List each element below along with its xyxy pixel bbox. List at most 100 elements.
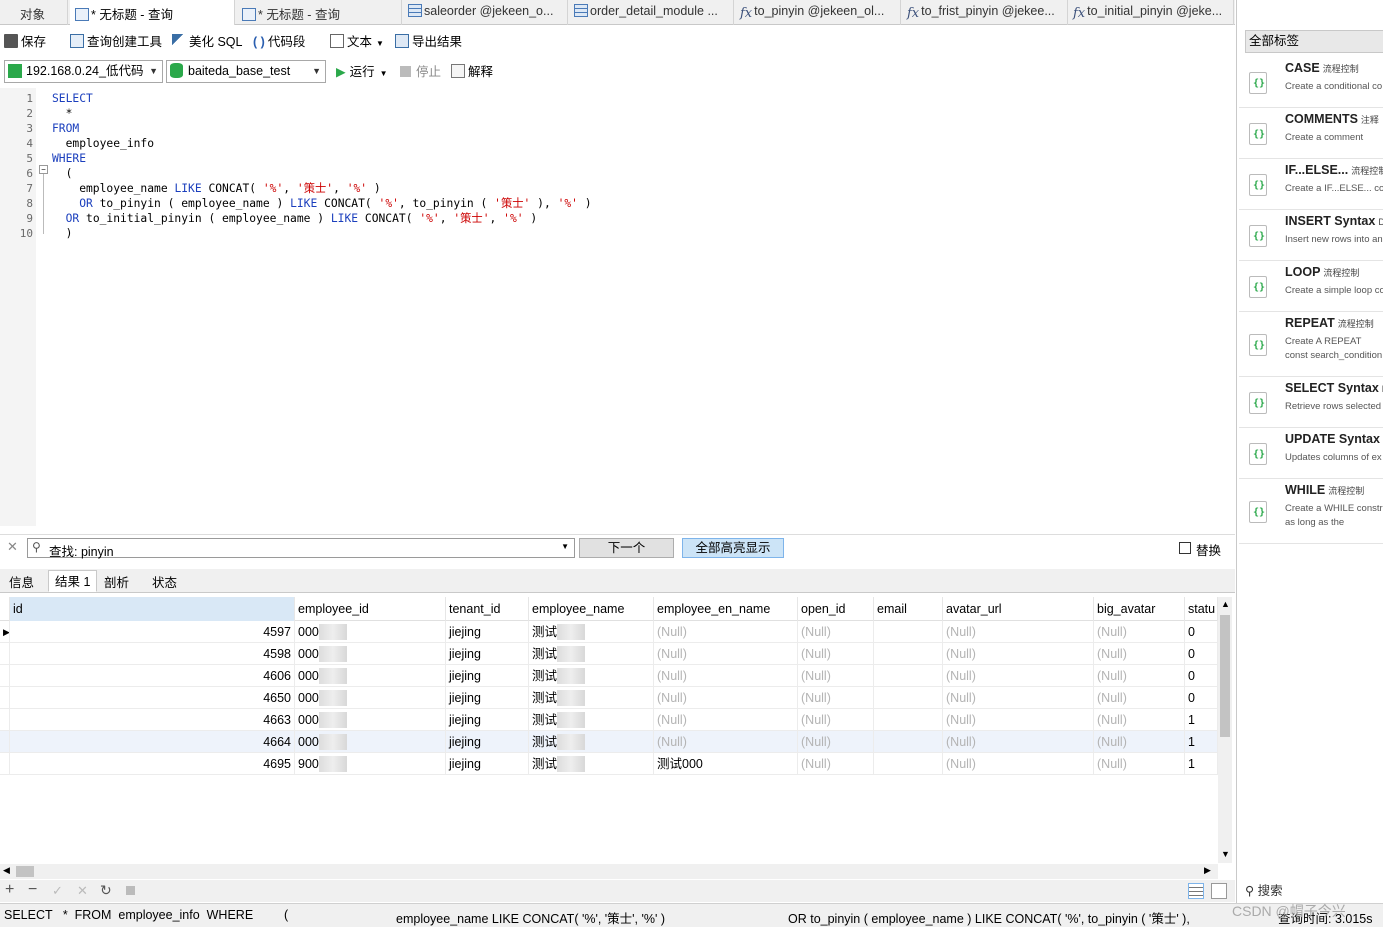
row-selector[interactable] <box>0 753 10 775</box>
column-header-email[interactable]: email <box>874 597 943 621</box>
cell-big-avatar[interactable]: (Null) <box>1094 731 1185 753</box>
cell-big-avatar[interactable]: (Null) <box>1094 643 1185 665</box>
cell-status[interactable]: 0 <box>1185 621 1218 643</box>
snippet-item[interactable]: {} LOOP 流程控制 Create a simple loop co <box>1239 262 1383 312</box>
column-header-big-avatar[interactable]: big_avatar <box>1094 597 1185 621</box>
cell-open-id[interactable]: (Null) <box>798 665 874 687</box>
beautify-sql-button[interactable]: 美化 SQL <box>172 32 243 52</box>
cell-employee-en-name[interactable]: (Null) <box>654 709 798 731</box>
cell-big-avatar[interactable]: (Null) <box>1094 709 1185 731</box>
cell-avatar-url[interactable]: (Null) <box>943 643 1094 665</box>
scroll-thumb[interactable] <box>16 866 34 877</box>
cell-employee-id[interactable]: 000 <box>295 687 446 709</box>
table-row[interactable]: 4598 000 jiejing 测试 (Null) (Null) (Null) (Null)… <box>0 643 1218 665</box>
connection-select[interactable]: 192.168.0.24_低代码 ▼ <box>4 60 163 83</box>
tab-status[interactable]: 状态 <box>145 571 184 593</box>
cell-status[interactable]: 0 <box>1185 687 1218 709</box>
table-row[interactable]: ▶ 4597 000 jiejing 测试 (Null) (Null) (Null) (Null… <box>0 621 1218 643</box>
snippet-item[interactable]: {} INSERT Syntax D Insert new rows into an <box>1239 211 1383 261</box>
cell-employee-name[interactable]: 测试 <box>529 709 654 731</box>
cell-employee-id[interactable]: 000 <box>295 731 446 753</box>
cell-big-avatar[interactable]: (Null) <box>1094 621 1185 643</box>
row-selector[interactable] <box>0 643 10 665</box>
cell-email[interactable] <box>874 731 943 753</box>
refresh-icon[interactable]: ↻ <box>100 882 112 899</box>
fold-toggle-icon[interactable]: − <box>39 165 48 174</box>
cell-open-id[interactable]: (Null) <box>798 643 874 665</box>
tab-profile[interactable]: 剖析 <box>97 571 136 593</box>
text-mode-button[interactable]: 文本 ▼ <box>330 32 384 52</box>
cell-employee-en-name[interactable]: 测试000 <box>654 753 798 775</box>
column-header-employee-id[interactable]: employee_id <box>295 597 446 621</box>
cell-open-id[interactable]: (Null) <box>798 621 874 643</box>
discard-icon[interactable]: ✕ <box>77 883 88 899</box>
database-select[interactable]: baiteda_base_test ▼ <box>166 60 326 83</box>
cell-id[interactable]: 4650 <box>10 687 295 709</box>
cell-employee-en-name[interactable]: (Null) <box>654 731 798 753</box>
cell-status[interactable]: 0 <box>1185 665 1218 687</box>
cell-tenant-id[interactable]: jiejing <box>446 709 529 731</box>
cell-email[interactable] <box>874 665 943 687</box>
cell-status[interactable]: 1 <box>1185 753 1218 775</box>
tab-query-1[interactable]: * 无标题 - 查询 <box>70 0 235 25</box>
tab-query-2[interactable]: * 无标题 - 查询 <box>237 0 402 25</box>
cell-employee-name[interactable]: 测试 <box>529 731 654 753</box>
cell-email[interactable] <box>874 643 943 665</box>
snippet-item[interactable]: {} WHILE 流程控制 Create a WHILE constr as long… <box>1239 480 1383 544</box>
save-button[interactable]: 保存 <box>4 32 46 52</box>
cell-id[interactable]: 4695 <box>10 753 295 775</box>
run-button[interactable]: ▶ 运行 ▼ <box>336 62 388 82</box>
cell-id[interactable]: 4664 <box>10 731 295 753</box>
explain-button[interactable]: 解释 <box>451 62 493 82</box>
snippet-item[interactable]: {} UPDATE Syntax Updates columns of ex <box>1239 429 1383 479</box>
cell-tenant-id[interactable]: jiejing <box>446 687 529 709</box>
cell-big-avatar[interactable]: (Null) <box>1094 665 1185 687</box>
cell-id[interactable]: 4597 <box>10 621 295 643</box>
stop-icon[interactable] <box>126 886 135 895</box>
table-row[interactable]: 4695 900 jiejing 测试 测试000 (Null) (Null) (Null) 1 <box>0 753 1218 775</box>
apply-icon[interactable]: ✓ <box>52 883 63 899</box>
cell-tenant-id[interactable]: jiejing <box>446 665 529 687</box>
cell-id[interactable]: 4606 <box>10 665 295 687</box>
cell-avatar-url[interactable]: (Null) <box>943 687 1094 709</box>
cell-email[interactable] <box>874 621 943 643</box>
column-header-avatar-url[interactable]: avatar_url <box>943 597 1094 621</box>
code-snippet-button[interactable]: ( ) 代码段 <box>253 32 305 52</box>
cell-employee-name[interactable]: 测试 <box>529 687 654 709</box>
cell-employee-name[interactable]: 测试 <box>529 753 654 775</box>
scroll-thumb[interactable] <box>1220 615 1230 737</box>
close-find-icon[interactable]: ✕ <box>7 539 18 555</box>
scroll-left-icon[interactable]: ◀ <box>3 865 10 876</box>
cell-open-id[interactable]: (Null) <box>798 753 874 775</box>
cell-status[interactable]: 1 <box>1185 731 1218 753</box>
cell-open-id[interactable]: (Null) <box>798 731 874 753</box>
cell-avatar-url[interactable]: (Null) <box>943 709 1094 731</box>
column-header-tenant-id[interactable]: tenant_id <box>446 597 529 621</box>
row-selector[interactable] <box>0 687 10 709</box>
grid-view-icon[interactable] <box>1188 883 1204 899</box>
stop-button[interactable]: 停止 <box>400 62 441 82</box>
row-selector[interactable]: ▶ <box>0 621 10 643</box>
snippet-item[interactable]: {} IF...ELSE... 流程控制 Create a IF...ELSE... … <box>1239 160 1383 210</box>
cell-status[interactable]: 1 <box>1185 709 1218 731</box>
export-results-button[interactable]: 导出结果 <box>395 32 462 52</box>
cell-email[interactable] <box>874 687 943 709</box>
tab-result-1[interactable]: 结果 1 <box>48 570 98 592</box>
cell-id[interactable]: 4663 <box>10 709 295 731</box>
cell-employee-en-name[interactable]: (Null) <box>654 665 798 687</box>
cell-employee-id[interactable]: 000 <box>295 665 446 687</box>
snippet-item[interactable]: {} CASE 流程控制 Create a conditional co <box>1239 58 1383 108</box>
results-grid[interactable]: id employee_id tenant_id employee_name emplo… <box>0 597 1218 863</box>
highlight-all-button[interactable]: 全部高亮显示 <box>682 538 784 558</box>
add-row-icon[interactable]: + <box>5 881 14 899</box>
query-builder-button[interactable]: 查询创建工具 <box>70 32 162 52</box>
snippet-search[interactable]: ⚲ 搜索 <box>1245 880 1283 899</box>
cell-email[interactable] <box>874 753 943 775</box>
cell-employee-name[interactable]: 测试 <box>529 665 654 687</box>
form-view-icon[interactable] <box>1211 883 1227 899</box>
tab-to-initial-pinyin[interactable]: fx to_initial_pinyin @jeke... <box>1068 0 1234 25</box>
tab-order-detail[interactable]: order_detail_module ... <box>569 0 734 25</box>
cell-big-avatar[interactable]: (Null) <box>1094 687 1185 709</box>
find-next-button[interactable]: 下一个 <box>579 538 674 558</box>
row-selector[interactable] <box>0 665 10 687</box>
